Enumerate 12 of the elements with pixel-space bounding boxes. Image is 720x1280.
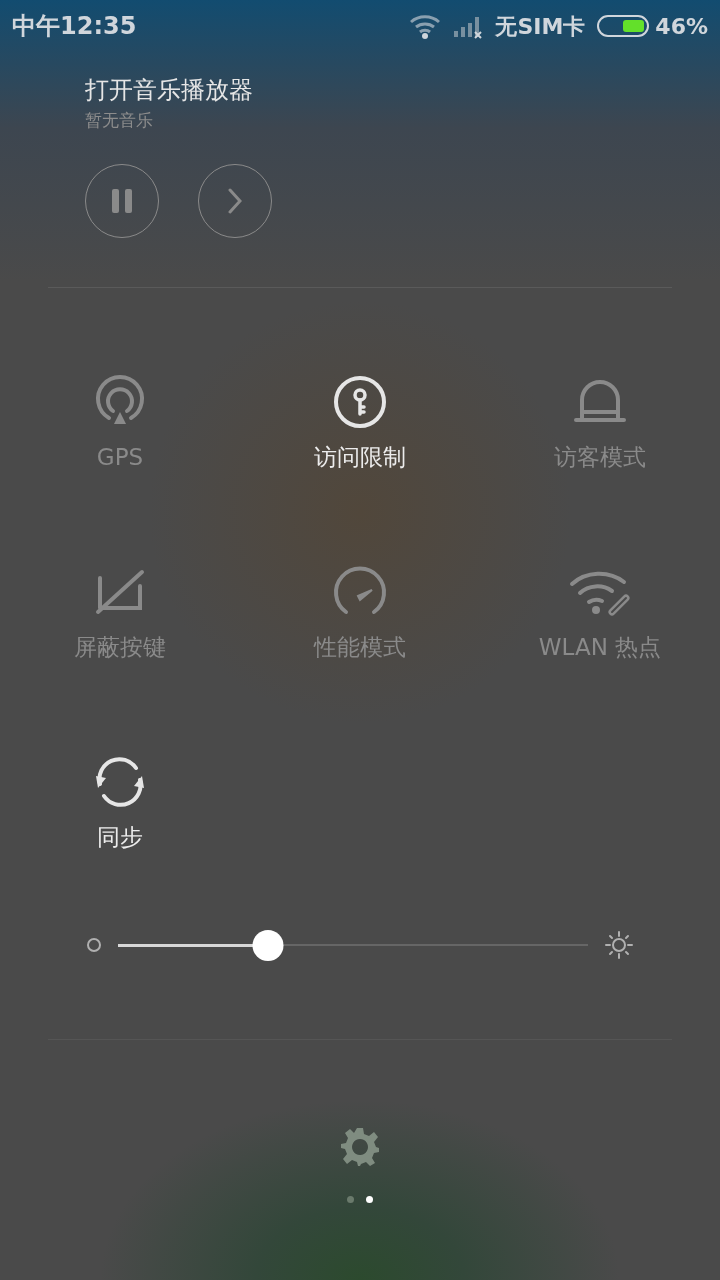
carrier-label: 无SIM卡 [495,12,586,41]
quick-toggle[interactable]: 屏蔽按键 [0,562,240,732]
quick-toggle[interactable]: 同步 [0,752,240,922]
battery-percent: 46% [655,12,708,41]
quick-toggle[interactable]: 访问限制 [240,372,480,542]
quick-toggle[interactable]: WLAN 热点 [480,562,720,732]
quick-toggle[interactable]: 性能模式 [240,562,480,732]
clock: 中午12:35 [12,11,137,42]
quick-toggle[interactable]: GPS [0,372,240,542]
music-subtitle: 暂无音乐 [85,109,154,132]
music-title[interactable]: 打开音乐播放器 [85,74,720,106]
quick-toggle[interactable]: 访客模式 [480,372,720,542]
